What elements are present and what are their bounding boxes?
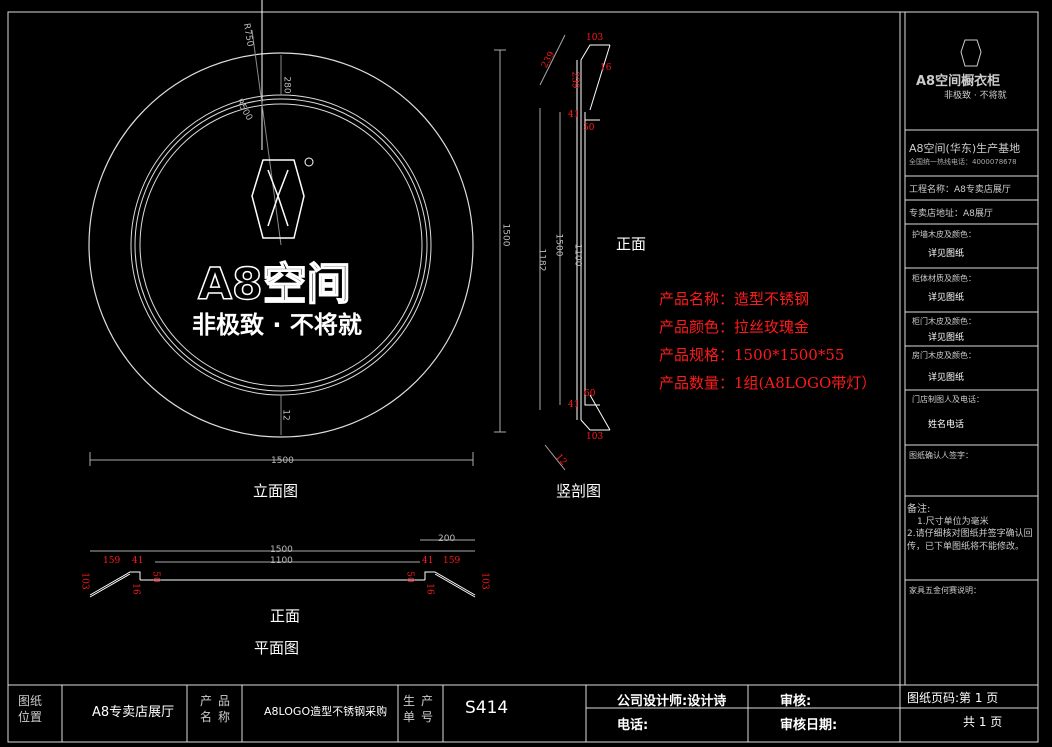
- tb-total: 共 1 页: [963, 715, 1003, 729]
- dim-239: 239: [569, 71, 580, 89]
- sidebar-row-value: 详见图纸: [928, 293, 965, 303]
- plan-dim-41-right: 41: [422, 556, 434, 566]
- tb-product-value: A8LOGO造型不锈钢采购: [264, 705, 388, 718]
- plan-dim-16-right: 16: [424, 583, 435, 595]
- sidebar-address: 专卖店地址：A8展厅: [909, 209, 993, 219]
- sidebar-brand: A8空间橱衣柜: [916, 74, 1001, 89]
- plan-dim-1500: 1500: [270, 545, 293, 555]
- label-front-right: 正面: [616, 235, 647, 253]
- dim-103-bottom: 103: [586, 432, 604, 442]
- sidebar-row-label: 门店制图人及电话：: [912, 395, 984, 404]
- tb-position-value: A8专卖店展厅: [92, 705, 175, 720]
- dim-60: 60: [584, 389, 596, 399]
- dim-width: 1500: [271, 456, 294, 466]
- product-name: 产品名称：造型不锈钢: [659, 290, 810, 308]
- sidebar-row-value: 详见图纸: [928, 373, 965, 383]
- plan-dim-103-left: 103: [79, 572, 90, 590]
- product-spec: 产品规格：1500*1500*55: [659, 346, 845, 364]
- plan-dim-50-left: 50: [150, 571, 161, 583]
- cad-drawing: [7, 0, 1039, 743]
- tb-page: 图纸页码:第 1 页: [907, 691, 999, 705]
- dim-280: 280: [281, 76, 292, 94]
- sidebar-row-label: 护墙木皮及颜色：: [912, 230, 976, 239]
- sidebar-row-value: 详见图纸: [928, 333, 965, 343]
- tb-phone: 电话:: [617, 718, 649, 733]
- sidebar-project: 工程名称：A8专卖店展厅: [909, 185, 1011, 195]
- sidebar-row-value: 详见图纸: [928, 249, 965, 259]
- logo-slogan: 非极致 · 不将就: [192, 311, 362, 339]
- elevation-view: [88, 0, 506, 466]
- tb-review: 审核:: [780, 694, 812, 709]
- dim-height: 1500: [500, 223, 511, 247]
- sidebar-row-label: 柜体材质及颜色：: [912, 274, 976, 283]
- tb-designer: 公司设计师:设计诗: [617, 694, 727, 709]
- plan-dim-159-left: 159: [103, 556, 121, 566]
- plan-dim-50-right: 50: [404, 571, 415, 583]
- sidebar-hotline: 全国统一热线电话：4000078678: [909, 158, 1017, 166]
- label-elevation: 立面图: [253, 482, 299, 500]
- plan-dim-1100: 1100: [270, 556, 293, 566]
- label-section: 竖剖图: [556, 482, 602, 500]
- dim-50-top: 50: [583, 123, 595, 133]
- sidebar-slogan: 非极致 · 不将就: [944, 91, 1007, 101]
- sidebar-base: A8空间(华东)生产基地: [909, 142, 1021, 155]
- sidebar-logo-icon: [960, 39, 982, 67]
- logo-brand: A8空间: [197, 258, 351, 311]
- dim-1182: 1182: [536, 248, 547, 272]
- sidebar-row-label: 柜门木皮及颜色：: [912, 317, 976, 326]
- plan-dim-41-left: 41: [132, 556, 144, 566]
- tb-order-label: 生产单号: [403, 694, 440, 724]
- sidebar-row-value: 姓名电话: [928, 420, 965, 430]
- dim-1100: 1100: [572, 243, 583, 267]
- sidebar-confirm: 图纸确认人签字：: [909, 451, 973, 460]
- plan-dim-103-right: 103: [479, 572, 490, 590]
- sidebar-notes-title: 备注:: [907, 504, 931, 515]
- sidebar-note: 2.请仔细核对图纸并签字确认回传，已下单图纸将不能修改。: [907, 529, 1033, 552]
- sidebar-hardware: 家具五金何赛说明：: [909, 586, 981, 595]
- plan-dim-200: 200: [438, 534, 456, 544]
- sidebar-row-label: 房门木皮及颜色：: [912, 351, 976, 360]
- dim-16-top: 16: [600, 63, 612, 73]
- sidebar-note: 1.尺寸单位为毫米: [917, 517, 989, 527]
- dim-41-bottom: 41: [568, 400, 580, 410]
- plan-dim-159-right: 159: [443, 556, 461, 566]
- tb-order-value: S414: [465, 698, 509, 718]
- tb-product-label: 产品名称: [200, 694, 237, 724]
- product-color: 产品颜色：拉丝玫瑰金: [659, 318, 810, 336]
- dim-41-top: 41: [568, 110, 580, 120]
- plan-dim-16-left: 16: [130, 583, 141, 595]
- drawing-frame: [7, 11, 1039, 743]
- dim-103-top: 103: [586, 33, 604, 43]
- label-front-plan: 正面: [270, 607, 301, 625]
- tb-review-date: 审核日期:: [780, 718, 838, 733]
- tb-position-label: 图纸位置: [18, 694, 43, 724]
- dim-12: 12: [280, 409, 291, 421]
- dim-1500-inner: 1500: [553, 233, 564, 257]
- label-plan: 平面图: [254, 639, 300, 657]
- product-qty: 产品数量：1组(A8LOGO带灯）: [659, 374, 877, 392]
